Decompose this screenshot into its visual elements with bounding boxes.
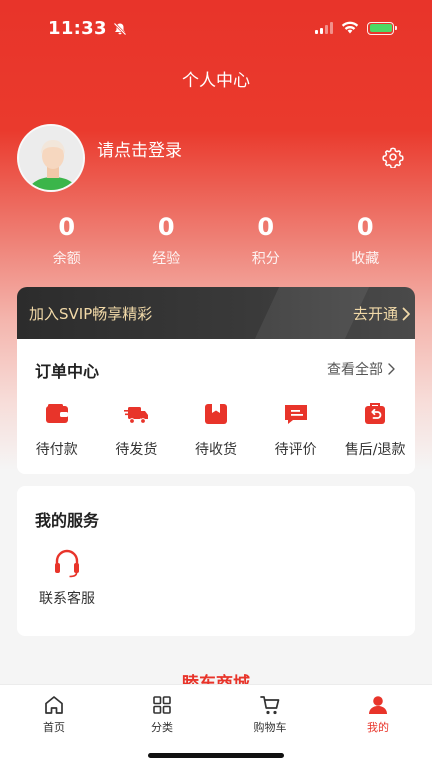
order-pending-review[interactable]: 待评价 xyxy=(256,401,336,459)
home-icon xyxy=(45,696,63,714)
order-item-label: 待评价 xyxy=(274,442,317,458)
tab-home[interactable]: 首页 xyxy=(0,685,108,768)
wallet-icon xyxy=(45,404,68,423)
order-item-label: 待发货 xyxy=(115,442,158,458)
settings-button[interactable] xyxy=(382,146,404,169)
status-bar: 11:33 xyxy=(0,0,432,56)
chevron-right-icon xyxy=(402,307,410,320)
default-avatar-icon xyxy=(19,126,83,190)
svip-text: 加入SVIP畅享精彩 xyxy=(29,305,153,323)
avatar[interactable] xyxy=(17,124,85,192)
order-pending-payment[interactable]: 待付款 xyxy=(17,401,97,459)
tab-label: 购物车 xyxy=(253,721,287,734)
package-icon xyxy=(204,404,227,424)
order-item-label: 待收货 xyxy=(194,442,237,458)
stat-label: 余额 xyxy=(52,251,81,267)
my-services-card: 我的服务 联系客服 xyxy=(17,486,415,636)
tab-mine[interactable]: 我的 xyxy=(324,685,432,768)
stat-value: 0 xyxy=(157,213,175,241)
login-prompt[interactable]: 请点击登录 xyxy=(97,136,182,161)
gear-icon xyxy=(382,147,404,169)
truck-icon xyxy=(124,407,149,424)
category-icon xyxy=(153,696,171,714)
service-item-label: 联系客服 xyxy=(39,591,95,607)
tab-label: 首页 xyxy=(43,721,65,734)
order-status-row: 待付款 待发货 待收货 待评价 售后/退款 xyxy=(17,401,415,459)
svip-banner[interactable]: 加入SVIP畅享精彩 去开通 xyxy=(17,287,415,339)
stat-value: 0 xyxy=(58,213,76,241)
bell-muted-icon xyxy=(113,21,127,36)
battery-icon xyxy=(367,21,397,35)
view-all-label: 查看全部 xyxy=(327,362,383,378)
status-time: 11:33 xyxy=(48,17,107,39)
svip-action-label: 去开通 xyxy=(352,305,398,323)
stats-row: 0 余额 0 经验 0 积分 0 收藏 xyxy=(17,212,415,268)
home-indicator xyxy=(148,753,284,758)
service-contact-support[interactable]: 联系客服 xyxy=(35,548,99,608)
order-pending-receipt[interactable]: 待收货 xyxy=(176,401,256,459)
order-item-label: 待付款 xyxy=(35,442,78,458)
view-all-orders-link[interactable]: 查看全部 xyxy=(327,359,395,379)
stat-experience[interactable]: 0 经验 xyxy=(117,212,217,268)
stat-value: 0 xyxy=(257,213,275,241)
cellular-signal-icon xyxy=(315,22,333,34)
order-pending-shipment[interactable]: 待发货 xyxy=(97,401,177,459)
order-center-card: 订单中心 查看全部 待付款 待发货 待收货 待评价 售后/退款 xyxy=(17,339,415,474)
stat-value: 0 xyxy=(356,213,374,241)
review-icon xyxy=(284,405,307,424)
svip-activate-button[interactable]: 去开通 xyxy=(353,303,411,324)
page-title: 个人中心 xyxy=(182,71,250,91)
my-services-title: 我的服务 xyxy=(35,511,100,530)
chevron-right-icon xyxy=(388,363,395,375)
stat-label: 收藏 xyxy=(351,251,380,267)
user-icon xyxy=(369,696,387,714)
order-item-label: 售后/退款 xyxy=(344,442,406,458)
order-center-title: 订单中心 xyxy=(35,362,100,381)
stat-points[interactable]: 0 积分 xyxy=(216,212,316,268)
stat-label: 经验 xyxy=(152,251,181,267)
tab-label: 我的 xyxy=(367,721,389,734)
order-after-sale-refund[interactable]: 售后/退款 xyxy=(335,401,415,459)
stat-balance[interactable]: 0 余额 xyxy=(17,212,117,268)
refund-icon xyxy=(365,403,386,424)
headset-icon xyxy=(55,549,79,578)
cart-icon xyxy=(260,696,280,715)
tab-label: 分类 xyxy=(151,721,173,734)
store-name-peek: 睦东商城 xyxy=(182,674,250,684)
stat-label: 积分 xyxy=(251,251,280,267)
svip-decoration xyxy=(254,287,370,339)
stat-favorites[interactable]: 0 收藏 xyxy=(316,212,416,268)
wifi-icon xyxy=(341,19,359,38)
profile-area[interactable]: 请点击登录 xyxy=(17,124,182,192)
